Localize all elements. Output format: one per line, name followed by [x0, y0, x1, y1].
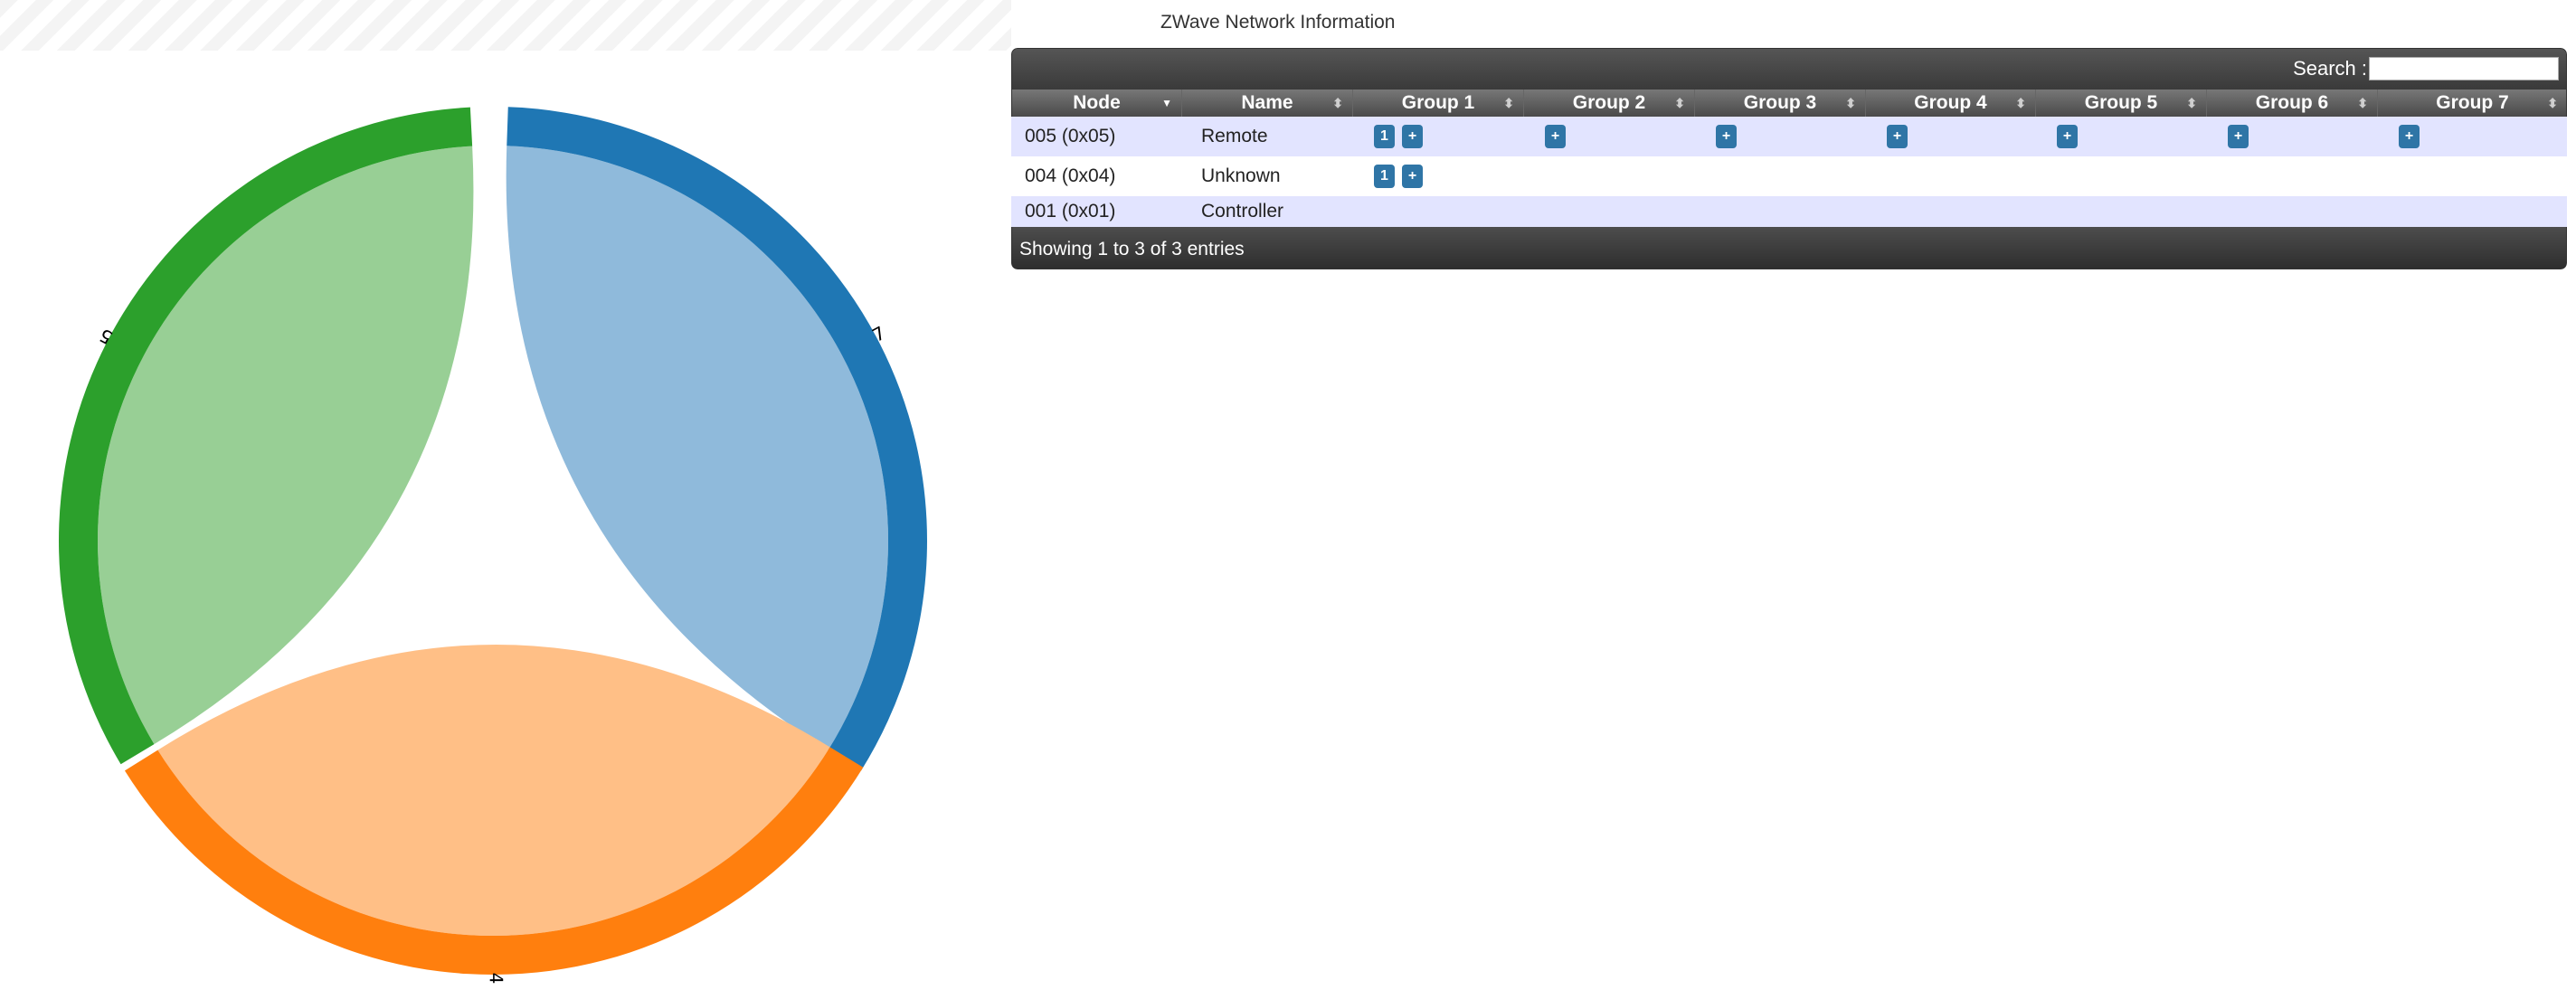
group-6-cell	[2206, 156, 2377, 196]
chord-graph: 745	[59, 107, 928, 985]
group-4-cell	[1865, 156, 2035, 196]
table-toolbar: Search :	[1011, 48, 2567, 90]
column-header-group-7[interactable]: Group 7 ⬍	[2378, 90, 2567, 117]
group-3-cell	[1694, 196, 1865, 227]
column-header-label: Node	[1073, 92, 1121, 113]
name-cell: Controller	[1201, 201, 1284, 222]
page-title: ZWave Network Information	[1160, 12, 1396, 33]
group-1-cell: 1 +	[1352, 117, 1523, 156]
sort-both-icon[interactable]: ⬍	[2186, 90, 2197, 117]
column-header-group-1[interactable]: Group 1 ⬍	[1353, 90, 1524, 117]
add-association-button[interactable]: +	[2399, 125, 2420, 148]
node-cell: 001 (0x01)	[1025, 201, 1116, 222]
group-4-cell	[1865, 196, 2035, 227]
column-header-group-6[interactable]: Group 6 ⬍	[2207, 90, 2378, 117]
add-association-button[interactable]: +	[1545, 125, 1566, 148]
table-footer: Showing 1 to 3 of 3 entries	[1011, 227, 2567, 269]
entries-info: Showing 1 to 3 of 3 entries	[1019, 239, 1245, 259]
column-header-label: Group 3	[1743, 92, 1817, 113]
group-2-cell: +	[1523, 117, 1694, 156]
name-cell: Remote	[1201, 126, 1268, 146]
column-header-group-2[interactable]: Group 2 ⬍	[1524, 90, 1695, 117]
group-7-cell	[2377, 156, 2567, 196]
chord-diagram: 745	[59, 107, 928, 985]
column-header-label: Group 7	[2436, 92, 2509, 113]
group-2-cell	[1523, 196, 1694, 227]
node-cell: 005 (0x05)	[1025, 126, 1116, 146]
column-header-label: Group 1	[1401, 92, 1475, 113]
group-4-cell: +	[1865, 117, 2035, 156]
group-1-cell: 1 +	[1352, 156, 1523, 196]
sort-both-icon[interactable]: ⬍	[1503, 90, 1514, 117]
search-label: Search :	[2293, 57, 2367, 80]
column-header-label: Group 5	[2084, 92, 2158, 113]
group-5-cell: +	[2035, 117, 2206, 156]
group-5-cell	[2035, 156, 2206, 196]
column-header-group-5[interactable]: Group 5 ⬍	[2036, 90, 2207, 117]
table-body: 005 (0x05) Remote 1 + + + + + + +004 (0x04) Unknow…	[1011, 117, 2567, 227]
add-association-button[interactable]: +	[2228, 125, 2249, 148]
group-2-cell	[1523, 156, 1694, 196]
group-7-cell: +	[2377, 117, 2567, 156]
association-node-button[interactable]: 1	[1374, 125, 1395, 148]
column-header-node[interactable]: Node ▼	[1012, 90, 1182, 117]
table-row: 001 (0x01) Controller	[1011, 196, 2567, 227]
column-header-group-3[interactable]: Group 3 ⬍	[1695, 90, 1866, 117]
add-association-button[interactable]: +	[1402, 165, 1423, 188]
add-association-button[interactable]: +	[1887, 125, 1908, 148]
network-table: Search : Node ▼ Name ⬍ Group 1 ⬍ Group 2 ⬍ Group…	[1011, 48, 2567, 269]
add-association-button[interactable]: +	[1716, 125, 1737, 148]
sort-both-icon[interactable]: ⬍	[2547, 90, 2558, 117]
sort-both-icon[interactable]: ⬍	[2015, 90, 2026, 117]
sort-both-icon[interactable]: ⬍	[1674, 90, 1685, 117]
column-header-label: Group 2	[1572, 92, 1646, 113]
chord-label-4: 4	[486, 973, 507, 985]
column-header-name[interactable]: Name ⬍	[1182, 90, 1353, 117]
column-header-label: Group 6	[2255, 92, 2329, 113]
add-association-button[interactable]: +	[2057, 125, 2078, 148]
group-7-cell	[2377, 196, 2567, 227]
name-cell: Unknown	[1201, 165, 1281, 186]
column-header-label: Group 4	[1914, 92, 1987, 113]
column-header-group-4[interactable]: Group 4 ⬍	[1866, 90, 2036, 117]
search-input[interactable]	[2369, 57, 2559, 80]
group-6-cell	[2206, 196, 2377, 227]
group-5-cell	[2035, 196, 2206, 227]
table-row: 004 (0x04) Unknown 1 +	[1011, 156, 2567, 196]
add-association-button[interactable]: +	[1402, 125, 1423, 148]
table-header: Node ▼ Name ⬍ Group 1 ⬍ Group 2 ⬍ Group 3 ⬍ Group …	[1011, 90, 2567, 117]
sort-desc-icon[interactable]: ▼	[1161, 90, 1172, 117]
group-3-cell: +	[1694, 117, 1865, 156]
sort-both-icon[interactable]: ⬍	[2357, 90, 2368, 117]
sort-both-icon[interactable]: ⬍	[1845, 90, 1856, 117]
node-cell: 004 (0x04)	[1025, 165, 1116, 186]
group-6-cell: +	[2206, 117, 2377, 156]
column-header-label: Name	[1241, 92, 1293, 113]
group-1-cell	[1352, 196, 1523, 227]
table-row: 005 (0x05) Remote 1 + + + + + + +	[1011, 117, 2567, 156]
association-node-button[interactable]: 1	[1374, 165, 1395, 188]
sort-both-icon[interactable]: ⬍	[1332, 90, 1343, 117]
group-3-cell	[1694, 156, 1865, 196]
